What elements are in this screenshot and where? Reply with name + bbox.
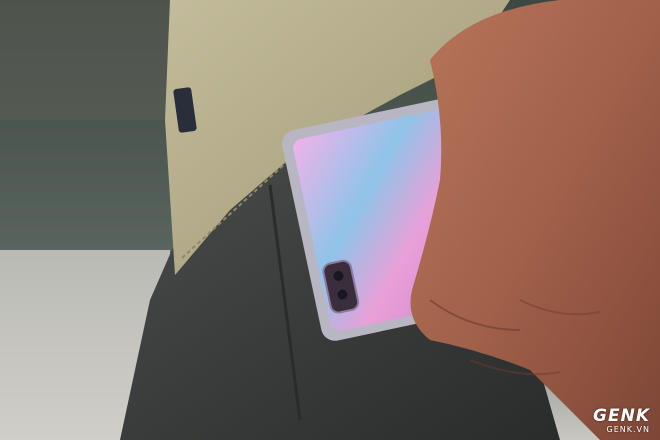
watermark-brand: GENK: [593, 406, 650, 426]
photo-scene: GENK GENK.VN: [0, 0, 660, 440]
watermark: GENK GENK.VN: [593, 408, 650, 434]
watermark-domain: GENK.VN: [606, 425, 650, 434]
background-building: [0, 0, 170, 120]
photo-illustration: [0, 0, 660, 440]
